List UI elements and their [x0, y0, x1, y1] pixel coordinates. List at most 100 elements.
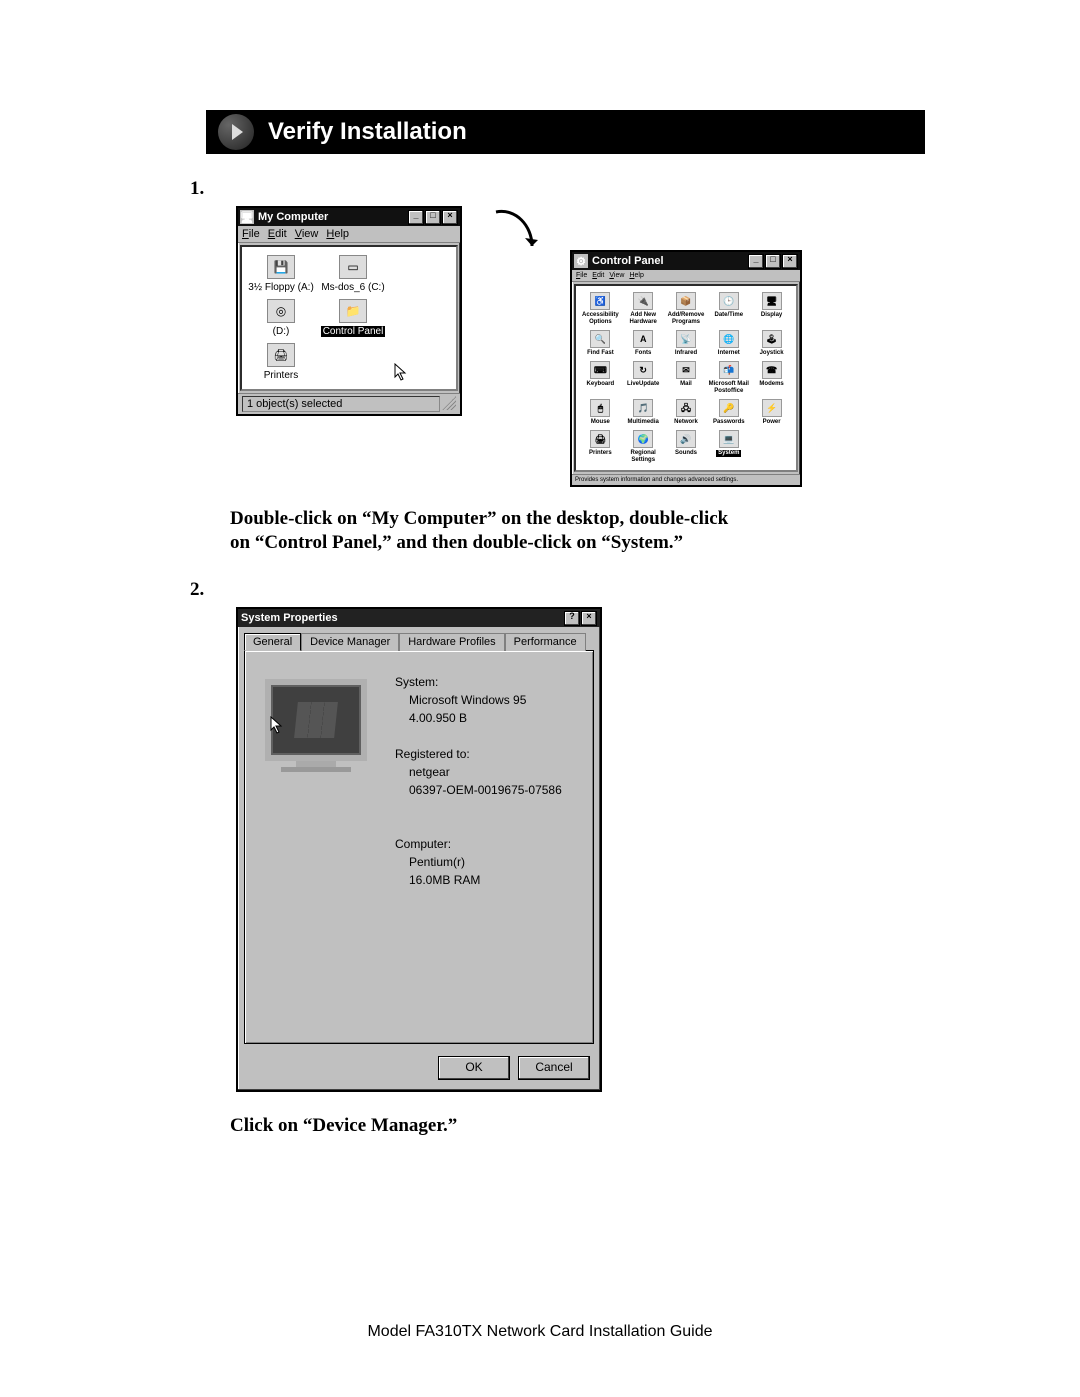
computer-ram: 16.0MB RAM [395, 871, 562, 889]
applet-label: Accessibility Options [580, 312, 621, 326]
control-panel-item[interactable]: ⚡Power [751, 399, 792, 426]
tab-performance[interactable]: Performance [505, 633, 586, 651]
maximize-button[interactable]: □ [765, 254, 781, 269]
tab-device-manager[interactable]: Device Manager [301, 633, 399, 651]
control-panel-item[interactable]: ⌨ Keyboard [580, 361, 621, 395]
applet-label: Printers [589, 450, 612, 457]
applet-label: Modems [759, 381, 783, 388]
control-panel-item[interactable]: 💻System [708, 430, 749, 464]
applet-icon: 🕒 [719, 292, 739, 310]
applet-label: Multimedia [628, 419, 659, 426]
registered-key: 06397-OEM-0019675-07586 [395, 781, 562, 799]
applet-label: Passwords [713, 419, 745, 426]
control-panel-title: Control Panel [592, 255, 747, 267]
step-2-instruction: Click on “Device Manager.” [230, 1114, 750, 1138]
my-computer-statusbar: 1 object(s) selected [238, 393, 460, 414]
computer-icon: 🖥 [240, 210, 254, 224]
control-panel-item[interactable]: 🔑Passwords [708, 399, 749, 426]
control-panel-statusbar: Provides system information and changes … [572, 474, 800, 485]
applet-icon: 🖨 [590, 430, 610, 448]
applet-label: Power [763, 419, 781, 426]
control-panel-item[interactable]: 📦Add/Remove Programs [666, 292, 707, 326]
control-panel-menubar: File Edit View Help [572, 270, 800, 282]
close-button[interactable]: × [782, 254, 798, 269]
control-panel-item[interactable]: 🎵 Multimedia [623, 399, 664, 426]
applet-label: Date/Time [715, 312, 744, 319]
c-drive-icon[interactable]: ▭ Ms-dos_6 (C:) [320, 255, 386, 293]
applet-icon: 🌐 [719, 330, 739, 348]
menu-view[interactable]: View [295, 228, 319, 240]
d-drive-icon[interactable]: ◎ (D:) [248, 299, 314, 337]
step-1-number: 1. [190, 178, 925, 200]
control-panel-item[interactable]: 🔊Sounds [666, 430, 707, 464]
maximize-button[interactable]: □ [425, 210, 441, 225]
control-panel-item[interactable]: ♿Accessibility Options [580, 292, 621, 326]
control-panel-item[interactable]: 🌍Regional Settings [623, 430, 664, 464]
applet-icon: ☎ [762, 361, 782, 379]
cancel-button[interactable]: Cancel [518, 1056, 590, 1080]
registered-label: Registered to: [395, 745, 562, 763]
arrow-icon [492, 206, 540, 262]
floppy-label: 3½ Floppy (A:) [248, 282, 314, 293]
control-panel-item[interactable]: 🖱Mouse [580, 399, 621, 426]
applet-icon: ⌨ [590, 361, 610, 379]
tab-hardware-profiles[interactable]: Hardware Profiles [399, 633, 504, 651]
control-panel-item[interactable]: ✉Mail [666, 361, 707, 395]
floppy-icon: 💾 [267, 255, 295, 279]
computer-monitor-icon [261, 679, 371, 789]
applet-label: Regional Settings [623, 450, 664, 464]
minimize-button[interactable]: _ [408, 210, 424, 225]
control-panel-item[interactable]: 🔌Add New Hardware [623, 292, 664, 326]
control-panel-item[interactable]: ↻LiveUpdate [623, 361, 664, 395]
folder-icon: 📁 [339, 299, 367, 323]
menu-help[interactable]: Help [629, 272, 643, 279]
applet-icon: 🖱 [590, 399, 610, 417]
control-panel-item[interactable]: 🖧Network [666, 399, 707, 426]
control-panel-item[interactable]: 🔍Find Fast [580, 330, 621, 357]
applet-icon: ✉ [676, 361, 696, 379]
applet-icon: 🎵 [633, 399, 653, 417]
applet-icon: 📡 [676, 330, 696, 348]
close-button[interactable]: × [442, 210, 458, 225]
control-panel-icon[interactable]: 📁 Control Panel [320, 299, 386, 337]
applet-icon: 🔊 [676, 430, 696, 448]
menu-edit[interactable]: Edit [268, 228, 287, 240]
applet-label: Joystick [760, 350, 784, 357]
control-panel-item[interactable]: 🕹Joystick [751, 330, 792, 357]
control-panel-item[interactable]: ☎ Modems [751, 361, 792, 395]
help-button[interactable]: ? [564, 611, 580, 626]
control-panel-client: ♿Accessibility Options🔌Add New Hardware📦… [574, 284, 798, 472]
menu-help[interactable]: Help [326, 228, 349, 240]
applet-icon: 🔍 [590, 330, 610, 348]
computer-label: Computer: [395, 835, 562, 853]
tab-general[interactable]: General [244, 633, 301, 651]
control-panel-item[interactable]: AFonts [623, 330, 664, 357]
control-panel-item[interactable]: 📬Microsoft Mail Postoffice [708, 361, 749, 395]
resize-grip-icon[interactable] [442, 396, 456, 410]
applet-label: Keyboard [587, 381, 615, 388]
menu-file[interactable]: File [242, 228, 260, 240]
ok-button[interactable]: OK [438, 1056, 510, 1080]
play-icon [218, 114, 254, 150]
applet-icon: 📦 [676, 292, 696, 310]
figure-step-1: 🖥 My Computer _ □ × File Edit View Help … [236, 206, 925, 487]
close-button[interactable]: × [581, 611, 597, 626]
menu-view[interactable]: View [609, 272, 624, 279]
drive-icon: ▭ [339, 255, 367, 279]
control-panel-item[interactable]: 🖥Display [751, 292, 792, 326]
menu-file[interactable]: File [576, 272, 587, 279]
control-panel-item[interactable]: 📡Infrared [666, 330, 707, 357]
menu-edit[interactable]: Edit [592, 272, 604, 279]
printer-icon: 🖨 [267, 343, 295, 367]
applet-label: Internet [718, 350, 740, 357]
control-panel-titlebar: ⚙ Control Panel _ □ × [572, 252, 800, 270]
applet-label: System [716, 450, 741, 457]
floppy-drive-icon[interactable]: 💾 3½ Floppy (A:) [248, 255, 314, 293]
registered-name: netgear [395, 763, 562, 781]
dialog-button-row: OK Cancel [238, 1050, 600, 1090]
control-panel-item[interactable]: 🖨 Printers [580, 430, 621, 464]
control-panel-item[interactable]: 🕒 Date/Time [708, 292, 749, 326]
printers-folder-icon[interactable]: 🖨 Printers [248, 343, 314, 381]
minimize-button[interactable]: _ [748, 254, 764, 269]
control-panel-item[interactable]: 🌐 Internet [708, 330, 749, 357]
